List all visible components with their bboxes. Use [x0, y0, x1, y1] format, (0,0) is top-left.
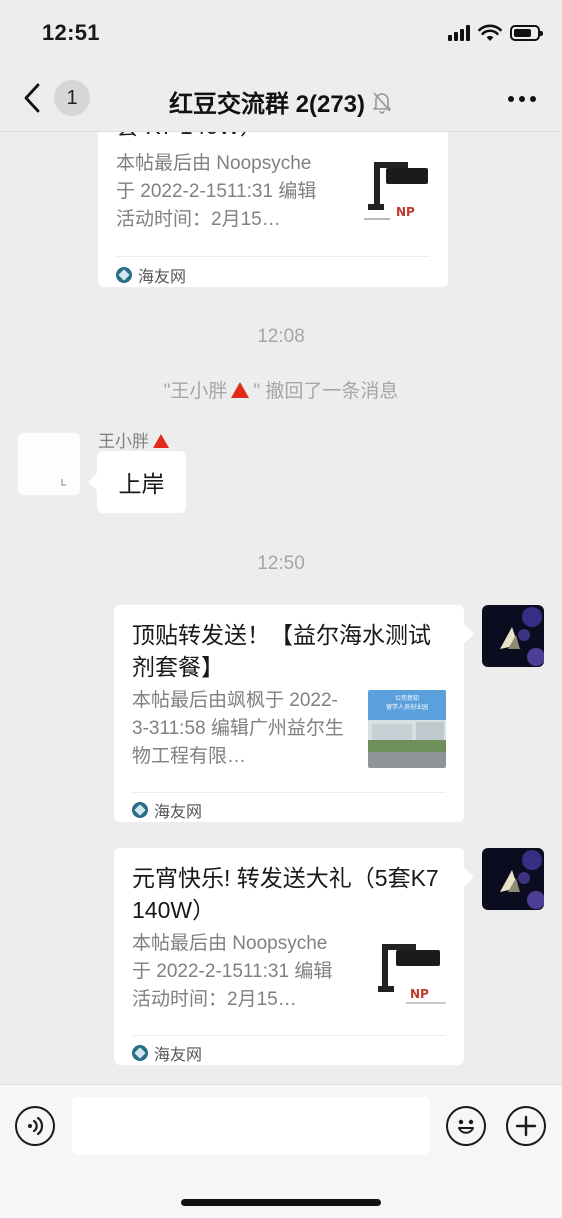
card-title: 元宵快乐! 转发送大礼（5套K7 140W）	[132, 865, 439, 923]
card-title: 套 K7 140W）	[116, 132, 263, 142]
card-divider	[132, 792, 446, 793]
emoji-button[interactable]	[446, 1106, 486, 1146]
sender-name: 王小胖	[98, 427, 169, 452]
timestamp: 12:08	[257, 326, 305, 347]
my-avatar[interactable]	[482, 848, 544, 910]
text-message[interactable]: 上岸	[97, 451, 186, 513]
card-source: 海友网	[116, 263, 186, 287]
link-card-reagent[interactable]: 顶贴转发送！【益尔海水测试剂套餐】 本帖最后由飒枫于 2022-3-311:58…	[114, 605, 464, 822]
card-title: 顶贴转发送！【益尔海水测试剂套餐】	[132, 622, 431, 680]
timestamp: 12:50	[257, 553, 305, 574]
card-thumbnail: NP	[360, 156, 438, 234]
voice-button[interactable]	[15, 1106, 55, 1146]
link-card-noopsyche-top[interactable]: 套 K7 140W） 本帖最后由 Noopsyche 于 2022-2-1511…	[98, 132, 448, 287]
chat-header: 1 红豆交流群 2(273)	[0, 66, 562, 132]
my-avatar[interactable]	[482, 605, 544, 667]
voice-icon	[28, 1116, 44, 1136]
card-source-label: 海友网	[154, 1047, 203, 1064]
recall-notice: "王小胖 " 撤回了一条消息	[0, 376, 562, 403]
card-source-label: 海友网	[154, 804, 203, 821]
status-icons	[448, 24, 543, 42]
card-source: 海友网	[132, 798, 202, 822]
status-bar: 12:51	[0, 0, 562, 66]
svg-text:NP: NP	[410, 987, 429, 1001]
home-indicator	[181, 1199, 381, 1206]
card-description: 本帖最后由 Noopsyche 于 2022-2-1511:31 编辑活动时间：…	[132, 933, 333, 1010]
wifi-icon	[478, 24, 502, 41]
chat-title-wrap: 红豆交流群 2(273)	[0, 84, 562, 119]
svg-text:公司意知: 公司意知	[395, 694, 419, 702]
input-bar	[0, 1084, 562, 1218]
sender-name-text: 王小胖	[98, 432, 149, 451]
more-icon[interactable]	[508, 96, 536, 102]
avatar-image	[482, 605, 544, 667]
svg-text:NP: NP	[396, 205, 415, 219]
card-description: 本帖最后由 Noopsyche 于 2022-2-1511:31 编辑活动时间：…	[116, 153, 317, 230]
card-divider	[132, 1035, 446, 1036]
card-divider	[116, 256, 430, 257]
site-logo-icon	[132, 1045, 148, 1061]
warning-icon	[231, 382, 250, 398]
card-thumbnail: 公司意知 留学人员创业园	[368, 690, 446, 768]
recall-suffix: " 撤回了一条消息	[253, 381, 399, 402]
link-card-lantern[interactable]: 元宵快乐! 转发送大礼（5套K7 140W） 本帖最后由 Noopsyche 于…	[114, 848, 464, 1065]
site-logo-icon	[116, 267, 132, 283]
avatar[interactable]	[18, 433, 80, 495]
message-list[interactable]: 套 K7 140W） 本帖最后由 Noopsyche 于 2022-2-1511…	[0, 132, 562, 1084]
status-time: 12:51	[42, 20, 100, 45]
card-source: 海友网	[132, 1041, 202, 1065]
warning-icon	[153, 434, 169, 448]
emoji-icon	[458, 1119, 474, 1134]
add-icon	[515, 1115, 537, 1137]
avatar-image	[18, 433, 80, 495]
battery-icon	[510, 25, 543, 41]
mute-bell-icon	[373, 91, 391, 114]
chat-screen: 12:51 1 红豆交流群 2(273) 本帖最后由 Noopsyche 于 2…	[0, 0, 562, 1218]
chat-title: 红豆交流群 2(273)	[168, 91, 366, 118]
lamp-thumbnail-image: NP	[364, 162, 428, 220]
message-input[interactable]	[72, 1097, 430, 1155]
card-description: 本帖最后由飒枫于 2022-3-311:58 编辑广州益尔生物工程有限…	[132, 690, 344, 767]
building-thumbnail-image: 公司意知 留学人员创业园	[368, 690, 446, 768]
site-logo-icon	[132, 802, 148, 818]
svg-text:留学人员创业园: 留学人员创业园	[386, 703, 428, 711]
recall-name: "王小胖	[163, 381, 228, 402]
add-button[interactable]	[506, 1106, 546, 1146]
card-source-label: 海友网	[138, 269, 187, 286]
cellular-signal-icon	[448, 25, 470, 41]
card-thumbnail: NP	[376, 936, 454, 1014]
lamp-thumbnail-image: NP	[378, 944, 446, 1004]
avatar-image	[482, 848, 544, 910]
